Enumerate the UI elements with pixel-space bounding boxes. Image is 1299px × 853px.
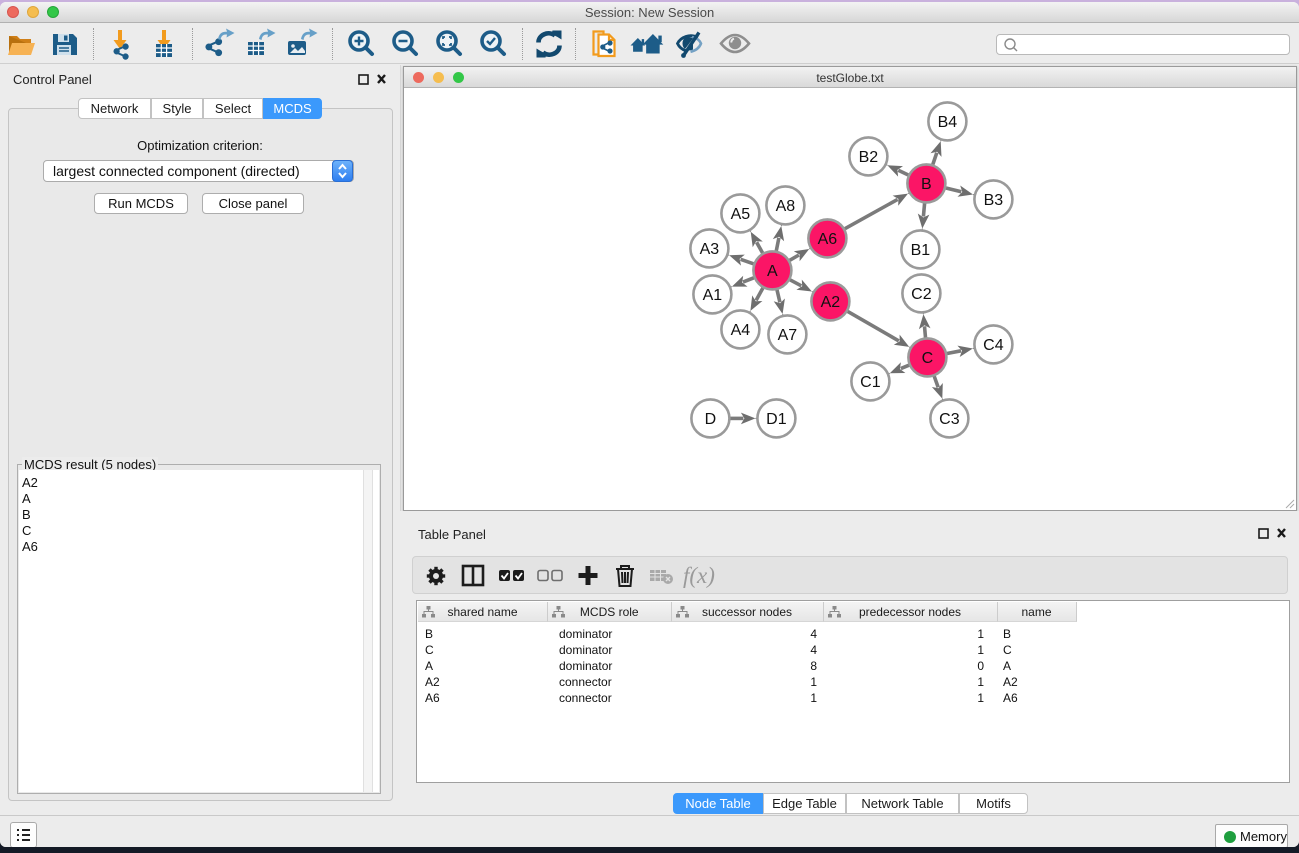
svg-text:C1: C1	[860, 374, 881, 391]
svg-text:A: A	[767, 263, 778, 280]
svg-text:C3: C3	[939, 411, 960, 428]
svg-text:f(x): f(x)	[683, 563, 715, 588]
svg-text:B3: B3	[984, 192, 1004, 209]
svg-text:D1: D1	[766, 411, 787, 428]
svg-text:C4: C4	[983, 337, 1004, 354]
svg-text:C: C	[922, 350, 934, 367]
svg-text:D: D	[705, 411, 717, 428]
svg-text:A5: A5	[731, 206, 751, 223]
svg-text:A4: A4	[731, 322, 751, 339]
svg-text:B4: B4	[938, 114, 958, 131]
svg-text:A8: A8	[776, 198, 796, 215]
svg-text:A2: A2	[821, 294, 841, 311]
svg-text:A6: A6	[818, 231, 838, 248]
svg-text:B2: B2	[859, 149, 879, 166]
svg-text:A1: A1	[703, 287, 723, 304]
svg-text:C2: C2	[911, 286, 932, 303]
svg-text:B1: B1	[911, 242, 931, 259]
svg-text:B: B	[921, 176, 932, 193]
svg-text:A3: A3	[700, 241, 720, 258]
svg-text:A7: A7	[778, 327, 798, 344]
